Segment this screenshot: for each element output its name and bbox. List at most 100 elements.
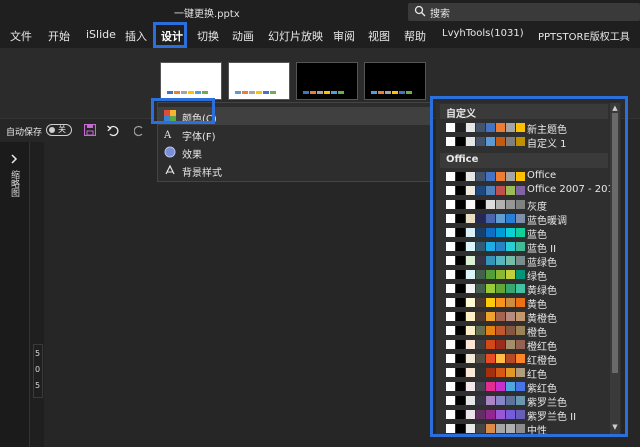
palette-row[interactable]: 黄色 xyxy=(440,296,608,311)
palette-swatch xyxy=(516,123,525,132)
palette-row[interactable]: 红橙色 xyxy=(440,352,608,367)
palette-row[interactable]: 绿色 xyxy=(440,268,608,283)
variant-swatch xyxy=(310,91,316,94)
palette-name: 黄绿色 xyxy=(527,286,557,297)
palette-swatch xyxy=(496,354,505,363)
palette-row[interactable]: 蓝色暖调 xyxy=(440,212,608,227)
palette-swatch xyxy=(516,382,525,391)
save-icon[interactable] xyxy=(84,124,96,136)
palette-swatch xyxy=(516,312,525,321)
palette-swatch xyxy=(476,340,485,349)
scroll-up-icon[interactable]: ▲ xyxy=(611,104,619,112)
variant-thumb-2[interactable] xyxy=(228,62,290,100)
palette-swatch xyxy=(486,172,495,181)
palette-swatch xyxy=(456,340,465,349)
palette-row[interactable]: 中性 xyxy=(440,422,608,437)
redo-icon[interactable] xyxy=(134,123,146,137)
palette-row[interactable]: 蓝绿色 xyxy=(440,254,608,269)
tab-home[interactable]: 开始 xyxy=(48,28,70,44)
palette-row[interactable]: 红色 xyxy=(440,366,608,381)
palette-row[interactable]: 新主题色 xyxy=(440,121,608,136)
palette-swatch xyxy=(476,270,485,279)
scrollbar-thumb[interactable] xyxy=(612,113,618,373)
palette-row[interactable]: 紫罗兰色 II xyxy=(440,408,608,423)
tab-design[interactable]: 设计 xyxy=(161,28,183,47)
palette-swatch xyxy=(466,354,475,363)
palette-row[interactable]: 自定义 1 xyxy=(440,135,608,150)
menu-item-fonts[interactable]: A 字体(F) xyxy=(158,125,431,143)
palette-name: 红橙色 xyxy=(527,356,557,367)
palette-swatch xyxy=(486,186,495,195)
palette-swatch xyxy=(516,228,525,237)
palette-swatch xyxy=(496,228,505,237)
variant-swatch xyxy=(392,91,398,94)
tab-file[interactable]: 文件 xyxy=(10,28,32,44)
palette-swatch xyxy=(516,340,525,349)
tab-animations[interactable]: 动画 xyxy=(232,28,254,44)
palette-name: 紫红色 xyxy=(527,384,557,395)
palette-name: Office xyxy=(527,170,557,181)
palette-swatch xyxy=(486,312,495,321)
palette-swatch xyxy=(456,228,465,237)
palette-row[interactable]: 橙色 xyxy=(440,324,608,339)
chevron-right-icon[interactable] xyxy=(9,154,19,164)
search-label: 搜索 xyxy=(430,9,450,20)
toggle-knob xyxy=(49,127,55,133)
menu-item-effects[interactable]: 效果 xyxy=(158,143,431,161)
autosave-toggle[interactable]: 关 xyxy=(46,124,72,136)
palette-swatch xyxy=(516,137,525,146)
search-icon xyxy=(414,5,426,17)
palette-section-header: Office xyxy=(440,153,608,168)
palette-swatch xyxy=(476,326,485,335)
tab-insert[interactable]: 插入 xyxy=(125,28,147,44)
palette-row[interactable]: 蓝色 II xyxy=(440,240,608,255)
variant-thumb-1[interactable] xyxy=(160,62,222,100)
palette-swatch xyxy=(496,298,505,307)
tab-help[interactable]: 帮助 xyxy=(404,28,426,44)
variant-thumb-4[interactable] xyxy=(364,62,426,100)
palette-swatch xyxy=(506,354,515,363)
palette-row[interactable]: 紫红色 xyxy=(440,380,608,395)
palette-swatch xyxy=(496,137,505,146)
tab-pptstore[interactable]: PPTSTORE版权工具 xyxy=(538,28,630,43)
menu-item-background-styles[interactable]: 背景样式 xyxy=(158,161,431,179)
palette-swatch xyxy=(486,270,495,279)
palette-swatch xyxy=(486,228,495,237)
variant-swatch xyxy=(270,91,276,94)
variant-swatch xyxy=(181,91,187,94)
palette-row[interactable]: 灰度 xyxy=(440,198,608,213)
palette-row[interactable]: 紫罗兰色 xyxy=(440,394,608,409)
palette-swatch xyxy=(486,382,495,391)
palette-swatch xyxy=(456,298,465,307)
ruler-mark: 0 xyxy=(35,365,41,374)
palette-row[interactable]: 蓝色 xyxy=(440,226,608,241)
tab-transitions[interactable]: 切换 xyxy=(197,28,219,44)
tab-view[interactable]: 视图 xyxy=(368,28,390,44)
tab-lvyhtools[interactable]: LvyhTools(1031) xyxy=(442,28,524,39)
search-box[interactable]: 搜索 xyxy=(408,3,640,21)
palette-swatch xyxy=(496,242,505,251)
palette-swatch xyxy=(456,256,465,265)
menu-item-colors[interactable]: 颜色(C) xyxy=(158,107,431,125)
palette-swatch xyxy=(456,137,465,146)
undo-icon[interactable] xyxy=(106,123,120,137)
variant-thumb-3[interactable] xyxy=(296,62,358,100)
scroll-down-icon[interactable]: ▼ xyxy=(611,423,619,431)
palette-scrollbar[interactable]: ▲ ▼ xyxy=(610,103,620,434)
palette-swatch xyxy=(516,424,525,433)
tab-review[interactable]: 审阅 xyxy=(333,28,355,44)
tab-islide[interactable]: iSlide xyxy=(86,28,116,41)
palette-swatch xyxy=(446,200,455,209)
palette-swatch xyxy=(496,424,505,433)
palette-swatch xyxy=(456,424,465,433)
palette-row[interactable]: Office 2007 - 2010 xyxy=(440,184,620,198)
palette-row[interactable]: 黄橙色 xyxy=(440,310,608,325)
palette-row[interactable]: Office xyxy=(440,170,608,184)
palette-swatch xyxy=(506,382,515,391)
palette-swatch xyxy=(506,214,515,223)
palette-swatch xyxy=(466,214,475,223)
menu-item-label: 效果 xyxy=(182,150,202,161)
palette-row[interactable]: 橙红色 xyxy=(440,338,608,353)
tab-slideshow[interactable]: 幻灯片放映 xyxy=(268,28,323,44)
palette-row[interactable]: 黄绿色 xyxy=(440,282,608,297)
